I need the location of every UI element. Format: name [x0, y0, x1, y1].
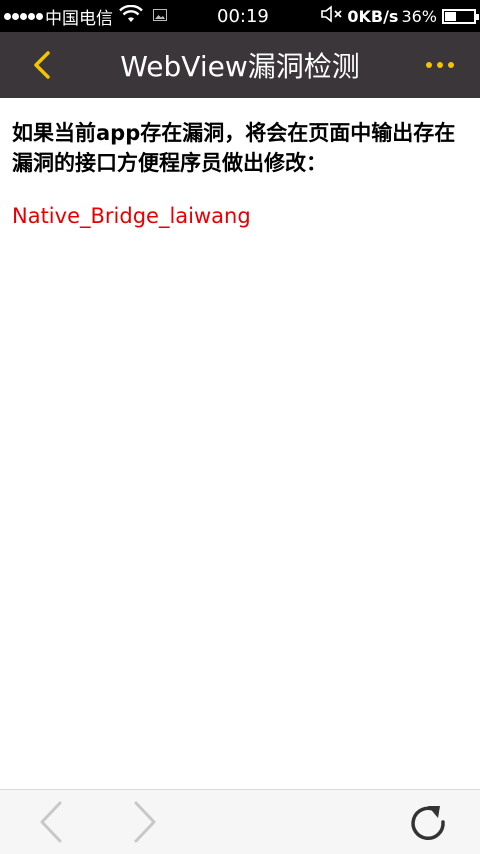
carrier-name: 中国电信	[45, 8, 113, 29]
status-right: 0KB/s 36%	[320, 0, 479, 32]
app-header: WebView漏洞检测	[0, 32, 480, 98]
status-left: 中国电信	[4, 0, 167, 32]
mute-icon	[320, 4, 344, 28]
back-button[interactable]	[24, 46, 60, 84]
clock: 00:19	[217, 5, 269, 27]
arrow-forward-icon	[134, 801, 156, 843]
battery-icon	[442, 8, 479, 24]
battery-level-fill	[445, 11, 456, 21]
battery-percent: 36%	[401, 6, 437, 26]
more-dots-icon	[426, 62, 432, 68]
more-options-button[interactable]	[420, 50, 460, 80]
nav-back-button[interactable]	[30, 800, 74, 844]
nav-forward-button[interactable]	[122, 800, 166, 844]
browser-toolbar	[0, 789, 480, 854]
info-text: 如果当前app存在漏洞，将会在页面中输出存在漏洞的接口方便程序员做出修改：	[12, 121, 456, 175]
network-speed: 0KB/s	[347, 6, 399, 26]
refresh-icon	[411, 806, 445, 841]
webview-content: 如果当前app存在漏洞，将会在页面中输出存在漏洞的接口方便程序员做出修改： Na…	[12, 118, 468, 230]
signal-strength-icon	[4, 12, 43, 20]
chevron-left-icon	[34, 51, 50, 79]
wifi-icon	[119, 4, 143, 28]
image-notification-icon	[153, 6, 167, 26]
page-title: WebView漏洞检测	[120, 50, 360, 83]
refresh-button[interactable]	[406, 800, 450, 844]
status-bar: 中国电信 00:19 0KB/s 36%	[0, 0, 480, 32]
vulnerable-interface-text: Native_Bridge_laiwang	[12, 204, 251, 228]
arrow-back-icon	[40, 801, 62, 843]
